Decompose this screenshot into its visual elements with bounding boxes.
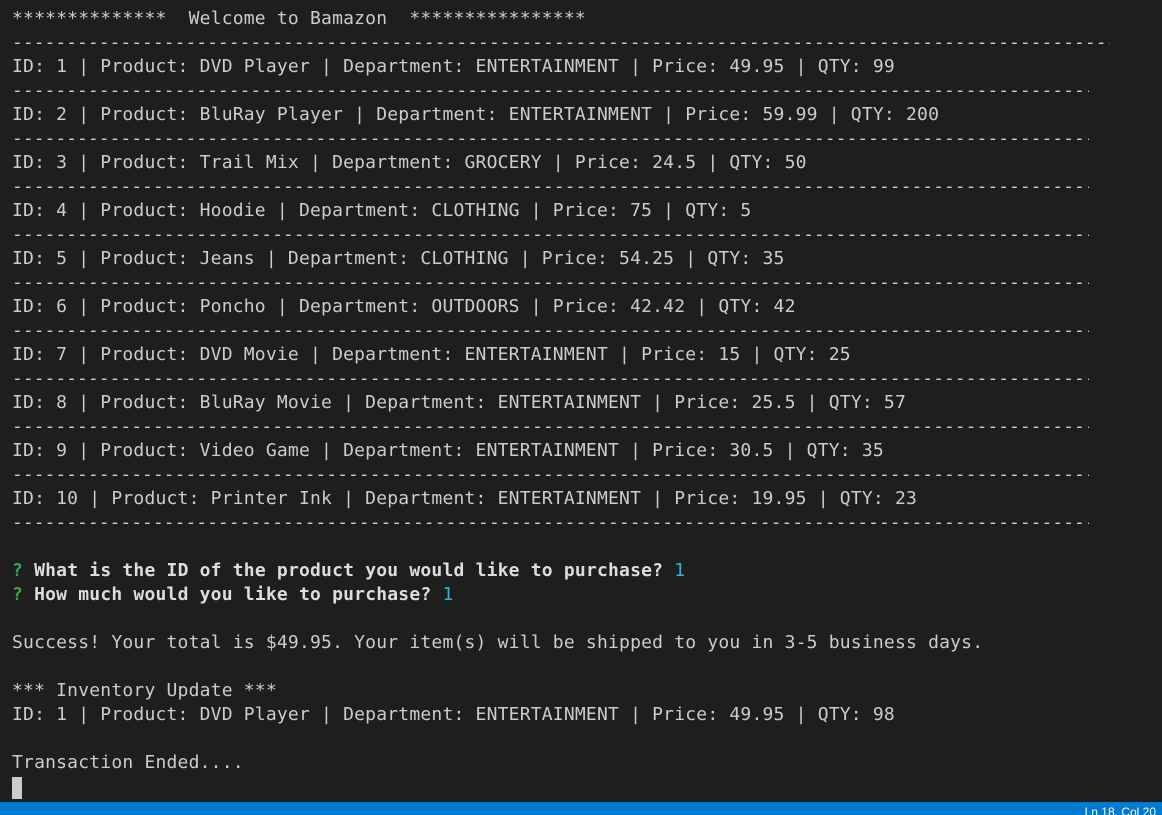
prompt-quantity: ? How much would you like to purchase? 1 [12, 583, 1152, 607]
prompt-mark: ? [12, 584, 24, 605]
prompt-question: How much would you like to purchase? [34, 584, 432, 605]
separator-line: ----------------------------------------… [12, 416, 1089, 437]
welcome-header: ************** Welcome to Bamazon ******… [12, 8, 586, 29]
product-row: ID: 2 | Product: BluRay Player | Departm… [12, 104, 940, 125]
cursor-line [12, 775, 1152, 799]
terminal-output[interactable]: ************** Welcome to Bamazon ******… [12, 7, 1152, 802]
separator-line: ----------------------------------------… [12, 176, 1089, 197]
inventory-update-row: ID: 1 | Product: DVD Player | Department… [12, 704, 895, 725]
product-row: ID: 3 | Product: Trail Mix | Department:… [12, 152, 807, 173]
separator-line: ----------------------------------------… [12, 224, 1089, 245]
prompt-question: What is the ID of the product you would … [34, 560, 664, 581]
prompt-product-id: ? What is the ID of the product you woul… [12, 559, 1152, 583]
separator-line: ----------------------------------------… [12, 80, 1089, 101]
separator-line: ----------------------------------------… [12, 512, 1089, 533]
product-row: ID: 10 | Product: Printer Ink | Departme… [12, 488, 918, 509]
product-row: ID: 6 | Product: Poncho | Department: OU… [12, 296, 796, 317]
inventory-update-header: *** Inventory Update *** [12, 680, 277, 701]
prompt-answer: 1 [674, 560, 686, 581]
product-row: ID: 4 | Product: Hoodie | Department: CL… [12, 200, 752, 221]
separator-line: ----------------------------------------… [12, 464, 1089, 485]
separator-line: ----------------------------------------… [12, 320, 1089, 341]
separator-line: ----------------------------------------… [12, 272, 1089, 293]
transaction-ended-message: Transaction Ended.... [12, 752, 244, 773]
separator-line: ----------------------------------------… [12, 128, 1089, 149]
product-row: ID: 5 | Product: Jeans | Department: CLO… [12, 248, 785, 269]
separator-line: ----------------------------------------… [12, 368, 1089, 389]
prompt-answer: 1 [442, 584, 454, 605]
prompt-mark: ? [12, 560, 24, 581]
terminal-cursor[interactable] [12, 776, 22, 799]
success-message: Success! Your total is $49.95. Your item… [12, 632, 984, 653]
product-row: ID: 8 | Product: BluRay Movie | Departme… [12, 392, 906, 413]
product-row: ID: 9 | Product: Video Game | Department… [12, 440, 884, 461]
status-bar: Ln 18, Col 20 [0, 802, 1162, 815]
cursor-position[interactable]: Ln 18, Col 20 [1085, 805, 1156, 815]
product-row: ID: 1 | Product: DVD Player | Department… [12, 56, 895, 77]
product-row: ID: 7 | Product: DVD Movie | Department:… [12, 344, 851, 365]
separator-line: ----------------------------------------… [12, 32, 1110, 53]
